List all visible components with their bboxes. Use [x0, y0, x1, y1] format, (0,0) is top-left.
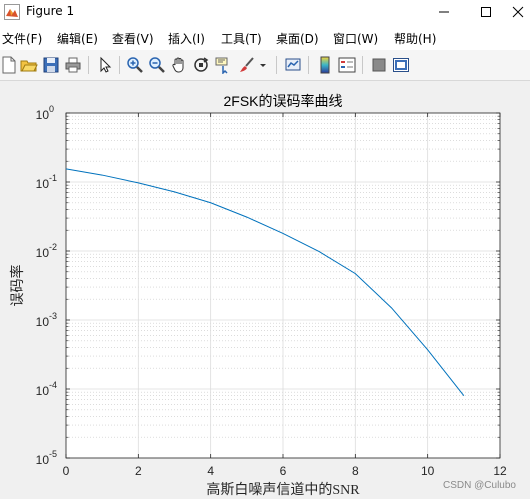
print-icon[interactable]: [64, 56, 82, 74]
maximize-button[interactable]: [464, 0, 508, 24]
menu-insert[interactable]: 插入(I): [168, 30, 205, 47]
y-tick-exponent: -1: [49, 173, 57, 183]
y-tick-base: 10: [36, 384, 50, 398]
figure-canvas: 0 2 4 6 8 10 12 10 0 10 -1 10 -2 10 -3 10 -4 10 -5 2FSK的误…: [0, 81, 530, 499]
y-tick-labels: 10 010 -110 -210 -310 -410 -5: [36, 104, 57, 467]
x-tick-label: 4: [207, 464, 214, 478]
zoom-in-icon[interactable]: [126, 56, 144, 74]
window-title: Figure 1: [26, 4, 75, 18]
maximize-icon: [481, 7, 491, 17]
brush-icon[interactable]: [238, 56, 256, 74]
watermark-text: CSDN @Culubo: [443, 480, 516, 491]
y-tick-base: 10: [36, 108, 50, 122]
menu-desktop[interactable]: 桌面(D): [276, 30, 319, 47]
close-button[interactable]: [506, 0, 530, 24]
colorbar-icon[interactable]: [316, 56, 334, 74]
y-tick-exponent: 0: [49, 104, 54, 114]
menu-window[interactable]: 窗口(W): [333, 30, 378, 47]
toolbar: [0, 50, 530, 81]
window-titlebar: Figure 1: [0, 0, 530, 24]
matlab-app-icon: [4, 4, 20, 20]
save-icon[interactable]: [42, 56, 60, 74]
y-tick-exponent: -2: [49, 242, 57, 252]
y-tick-label: 10 0: [36, 104, 54, 122]
pan-hand-icon[interactable]: [170, 56, 188, 74]
y-tick-label: 10 -2: [36, 242, 57, 260]
y-tick-label: 10 -4: [36, 380, 57, 398]
menu-tools[interactable]: 工具(T): [221, 30, 262, 47]
x-tick-labels: 0 2 4 6 8 10 12: [63, 464, 507, 478]
toolbar-separator: [119, 56, 120, 74]
y-tick-label: 10 -3: [36, 311, 57, 329]
select-arrow-icon[interactable]: [96, 56, 114, 74]
x-tick-label: 6: [280, 464, 287, 478]
close-icon: [512, 6, 524, 18]
y-axis-label: 误码率: [9, 265, 26, 307]
minimize-icon: [439, 11, 449, 13]
y-tick-exponent: -4: [49, 380, 57, 390]
show-plot-tools-icon[interactable]: [392, 56, 410, 74]
x-tick-label: 12: [493, 464, 507, 478]
menu-view[interactable]: 查看(V): [112, 30, 154, 47]
plot-area[interactable]: 0 2 4 6 8 10 12 10 010 -110 -210 -310 -410 -5 2FSK的误…: [0, 81, 530, 499]
new-figure-icon[interactable]: [0, 56, 18, 74]
x-tick-label: 8: [352, 464, 359, 478]
minimize-button[interactable]: [422, 0, 466, 24]
y-tick-base: 10: [36, 246, 50, 260]
legend-icon[interactable]: [338, 56, 356, 74]
x-tick-label: 2: [135, 464, 142, 478]
y-tick-label: 10 -5: [36, 449, 57, 467]
rotate-3d-icon[interactable]: [192, 56, 210, 74]
link-plot-icon[interactable]: [284, 56, 302, 74]
x-axis-label: 高斯白噪声信道中的SNR: [206, 481, 360, 498]
y-tick-base: 10: [36, 315, 50, 329]
menubar: 文件(F) 编辑(E) 查看(V) 插入(I) 工具(T) 桌面(D) 窗口(W…: [0, 24, 530, 50]
chart-title: 2FSK的误码率曲线: [223, 93, 342, 109]
x-tick-label: 10: [421, 464, 435, 478]
toolbar-separator: [276, 56, 277, 74]
hide-plot-tools-icon[interactable]: [370, 56, 388, 74]
y-tick-label: 10 -1: [36, 173, 57, 191]
toolbar-separator: [362, 56, 363, 74]
y-tick-base: 10: [36, 177, 50, 191]
data-cursor-icon[interactable]: [214, 56, 232, 74]
y-tick-exponent: -5: [49, 449, 57, 459]
y-tick-base: 10: [36, 453, 50, 467]
toolbar-separator: [308, 56, 309, 74]
open-file-icon[interactable]: [20, 56, 38, 74]
menu-file[interactable]: 文件(F): [2, 30, 42, 47]
menu-help[interactable]: 帮助(H): [394, 30, 436, 47]
toolbar-separator: [88, 56, 89, 74]
x-tick-label: 0: [63, 464, 70, 478]
y-tick-exponent: -3: [49, 311, 57, 321]
zoom-out-icon[interactable]: [148, 56, 166, 74]
brush-dropdown-icon[interactable]: [258, 56, 268, 74]
menu-edit[interactable]: 编辑(E): [57, 30, 98, 47]
